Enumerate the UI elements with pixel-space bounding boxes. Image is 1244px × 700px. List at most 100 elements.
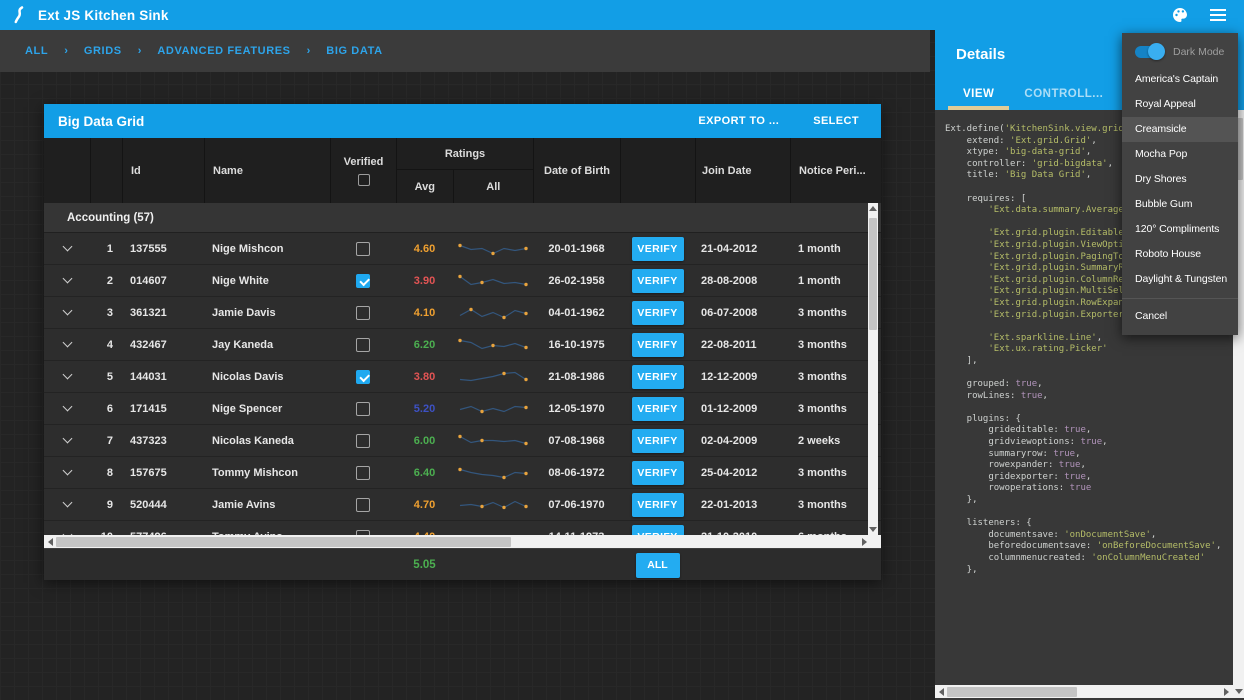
row-expander-icon[interactable]: [62, 402, 72, 412]
verify-button[interactable]: VERIFY: [632, 237, 684, 261]
menu-item[interactable]: 120° Compliments: [1122, 217, 1238, 242]
grid-vscroll-thumb[interactable]: [869, 218, 877, 330]
table-row[interactable]: 1137555Nige Mishcon4.6020-01-1968VERIFY2…: [44, 233, 881, 265]
table-row[interactable]: 10577496Tommy Avins4.4014-11-1973VERIFY2…: [44, 521, 881, 535]
table-row[interactable]: 9520444Jamie Avins4.7007-06-1970VERIFY22…: [44, 489, 881, 521]
column-header-dob[interactable]: Date of Birth: [533, 138, 620, 203]
column-header-notice-period[interactable]: Notice Peri...: [790, 138, 868, 203]
verify-button[interactable]: VERIFY: [632, 493, 684, 517]
breadcrumb-item-advanced-features[interactable]: ADVANCED FEATURES: [157, 45, 290, 57]
menu-item[interactable]: America's Captain: [1122, 67, 1238, 92]
row-expander-icon[interactable]: [62, 498, 72, 508]
dark-mode-row[interactable]: Dark Mode: [1122, 38, 1238, 67]
row-expander-icon[interactable]: [62, 274, 72, 284]
summary-all-button[interactable]: ALL: [636, 553, 680, 578]
row-expander-icon[interactable]: [62, 370, 72, 380]
grid-horizontal-scrollbar[interactable]: [44, 535, 881, 548]
breadcrumb-item-all[interactable]: ALL: [25, 45, 48, 57]
column-header-verified[interactable]: Verified: [330, 138, 396, 203]
breadcrumb-item-big-data[interactable]: BIG DATA: [326, 45, 382, 57]
scroll-down-icon[interactable]: [869, 527, 877, 532]
app-root: Ext JS Kitchen Sink ALL › GRIDS › ADVANC…: [0, 0, 1244, 700]
column-header-all[interactable]: All: [454, 170, 533, 203]
row-expander-icon[interactable]: [62, 306, 72, 316]
menu-divider: [1122, 298, 1238, 299]
cell-name: Nicolas Kaneda: [204, 425, 330, 456]
verify-button[interactable]: VERIFY: [632, 269, 684, 293]
cell-avg-rating: 4.60: [396, 233, 453, 264]
cell-notice-period: 1 month: [790, 233, 868, 264]
verified-checkbox[interactable]: [356, 466, 370, 480]
verified-checkbox[interactable]: [356, 338, 370, 352]
row-expander-icon[interactable]: [62, 466, 72, 476]
tab-controller[interactable]: CONTROLL...: [1009, 78, 1118, 110]
column-header-id[interactable]: Id: [122, 138, 204, 203]
grid-vertical-scrollbar[interactable]: [868, 203, 878, 535]
menu-item-cancel[interactable]: Cancel: [1122, 304, 1238, 329]
breadcrumb: ALL › GRIDS › ADVANCED FEATURES › BIG DA…: [0, 30, 930, 72]
dark-mode-toggle[interactable]: [1135, 46, 1163, 58]
select-all-checkbox[interactable]: [358, 174, 370, 186]
details-hscroll-thumb[interactable]: [947, 687, 1077, 697]
table-row[interactable]: 8157675Tommy Mishcon6.4008-06-1972VERIFY…: [44, 457, 881, 489]
hamburger-menu-icon[interactable]: [1206, 3, 1230, 27]
scroll-left-icon[interactable]: [939, 688, 944, 696]
column-header-join-date[interactable]: Join Date: [695, 138, 790, 203]
grid-body-rows: 1137555Nige Mishcon4.6020-01-1968VERIFY2…: [44, 233, 881, 535]
verify-button[interactable]: VERIFY: [632, 365, 684, 389]
cell-join-date: 12-12-2009: [695, 361, 790, 392]
menu-item[interactable]: Bubble Gum: [1122, 192, 1238, 217]
cell-notice-period: 2 weeks: [790, 425, 868, 456]
table-row[interactable]: 2014607Nige White3.9026-02-1958VERIFY28-…: [44, 265, 881, 297]
verified-checkbox[interactable]: [356, 242, 370, 256]
column-header-name[interactable]: Name: [204, 138, 330, 203]
column-header-avg[interactable]: Avg: [397, 170, 454, 203]
verify-button[interactable]: VERIFY: [632, 429, 684, 453]
verified-checkbox[interactable]: [356, 274, 370, 288]
verified-checkbox[interactable]: [356, 370, 370, 384]
verify-button[interactable]: VERIFY: [632, 333, 684, 357]
group-header-accounting[interactable]: Accounting (57): [44, 203, 881, 233]
table-row[interactable]: 3361321Jamie Davis4.1004-01-1962VERIFY06…: [44, 297, 881, 329]
tab-view[interactable]: VIEW: [948, 78, 1009, 110]
column-header-verify[interactable]: [620, 138, 695, 203]
row-number: 1: [90, 233, 122, 264]
scroll-up-icon[interactable]: [869, 206, 877, 211]
column-header-ratings-group[interactable]: Ratings Avg All: [396, 138, 533, 203]
breadcrumb-item-grids[interactable]: GRIDS: [84, 45, 122, 57]
row-expander-icon[interactable]: [62, 338, 72, 348]
scroll-left-icon[interactable]: [48, 538, 53, 546]
grid-body: Accounting (57) 1137555Nige Mishcon4.602…: [44, 203, 881, 535]
menu-item[interactable]: Daylight & Tungsten: [1122, 267, 1238, 292]
grid-hscroll-thumb[interactable]: [56, 537, 511, 547]
export-to-button[interactable]: EXPORT TO ...: [698, 115, 779, 127]
details-horizontal-scrollbar[interactable]: [935, 685, 1233, 698]
row-expander-icon[interactable]: [62, 242, 72, 252]
verified-checkbox[interactable]: [356, 402, 370, 416]
table-row[interactable]: 5144031Nicolas Davis3.8021-08-1986VERIFY…: [44, 361, 881, 393]
menu-item[interactable]: Dry Shores: [1122, 167, 1238, 192]
menu-item[interactable]: Mocha Pop: [1122, 142, 1238, 167]
verified-checkbox[interactable]: [356, 498, 370, 512]
scroll-right-icon[interactable]: [862, 538, 867, 546]
table-row[interactable]: 6171415Nige Spencer5.2012-05-1970VERIFY0…: [44, 393, 881, 425]
verify-button[interactable]: VERIFY: [632, 301, 684, 325]
theme-palette-icon[interactable]: [1168, 3, 1192, 27]
scroll-down-icon[interactable]: [1235, 689, 1243, 694]
row-number: 5: [90, 361, 122, 392]
verify-button[interactable]: VERIFY: [632, 461, 684, 485]
table-row[interactable]: 7437323Nicolas Kaneda6.0007-08-1968VERIF…: [44, 425, 881, 457]
verify-button[interactable]: VERIFY: [632, 397, 684, 421]
verified-checkbox[interactable]: [356, 306, 370, 320]
menu-item[interactable]: Royal Appeal: [1122, 92, 1238, 117]
menu-item[interactable]: Creamsicle: [1122, 117, 1238, 142]
menu-item[interactable]: Roboto House: [1122, 242, 1238, 267]
table-row[interactable]: 4432467Jay Kaneda6.2016-10-1975VERIFY22-…: [44, 329, 881, 361]
cell-avg-rating: 4.70: [396, 489, 453, 520]
verify-button[interactable]: VERIFY: [632, 525, 684, 536]
verified-checkbox[interactable]: [356, 434, 370, 448]
scroll-right-icon[interactable]: [1224, 688, 1229, 696]
select-button[interactable]: SELECT: [813, 115, 859, 127]
row-expander-icon[interactable]: [62, 434, 72, 444]
sencha-logo-icon: [12, 6, 28, 24]
